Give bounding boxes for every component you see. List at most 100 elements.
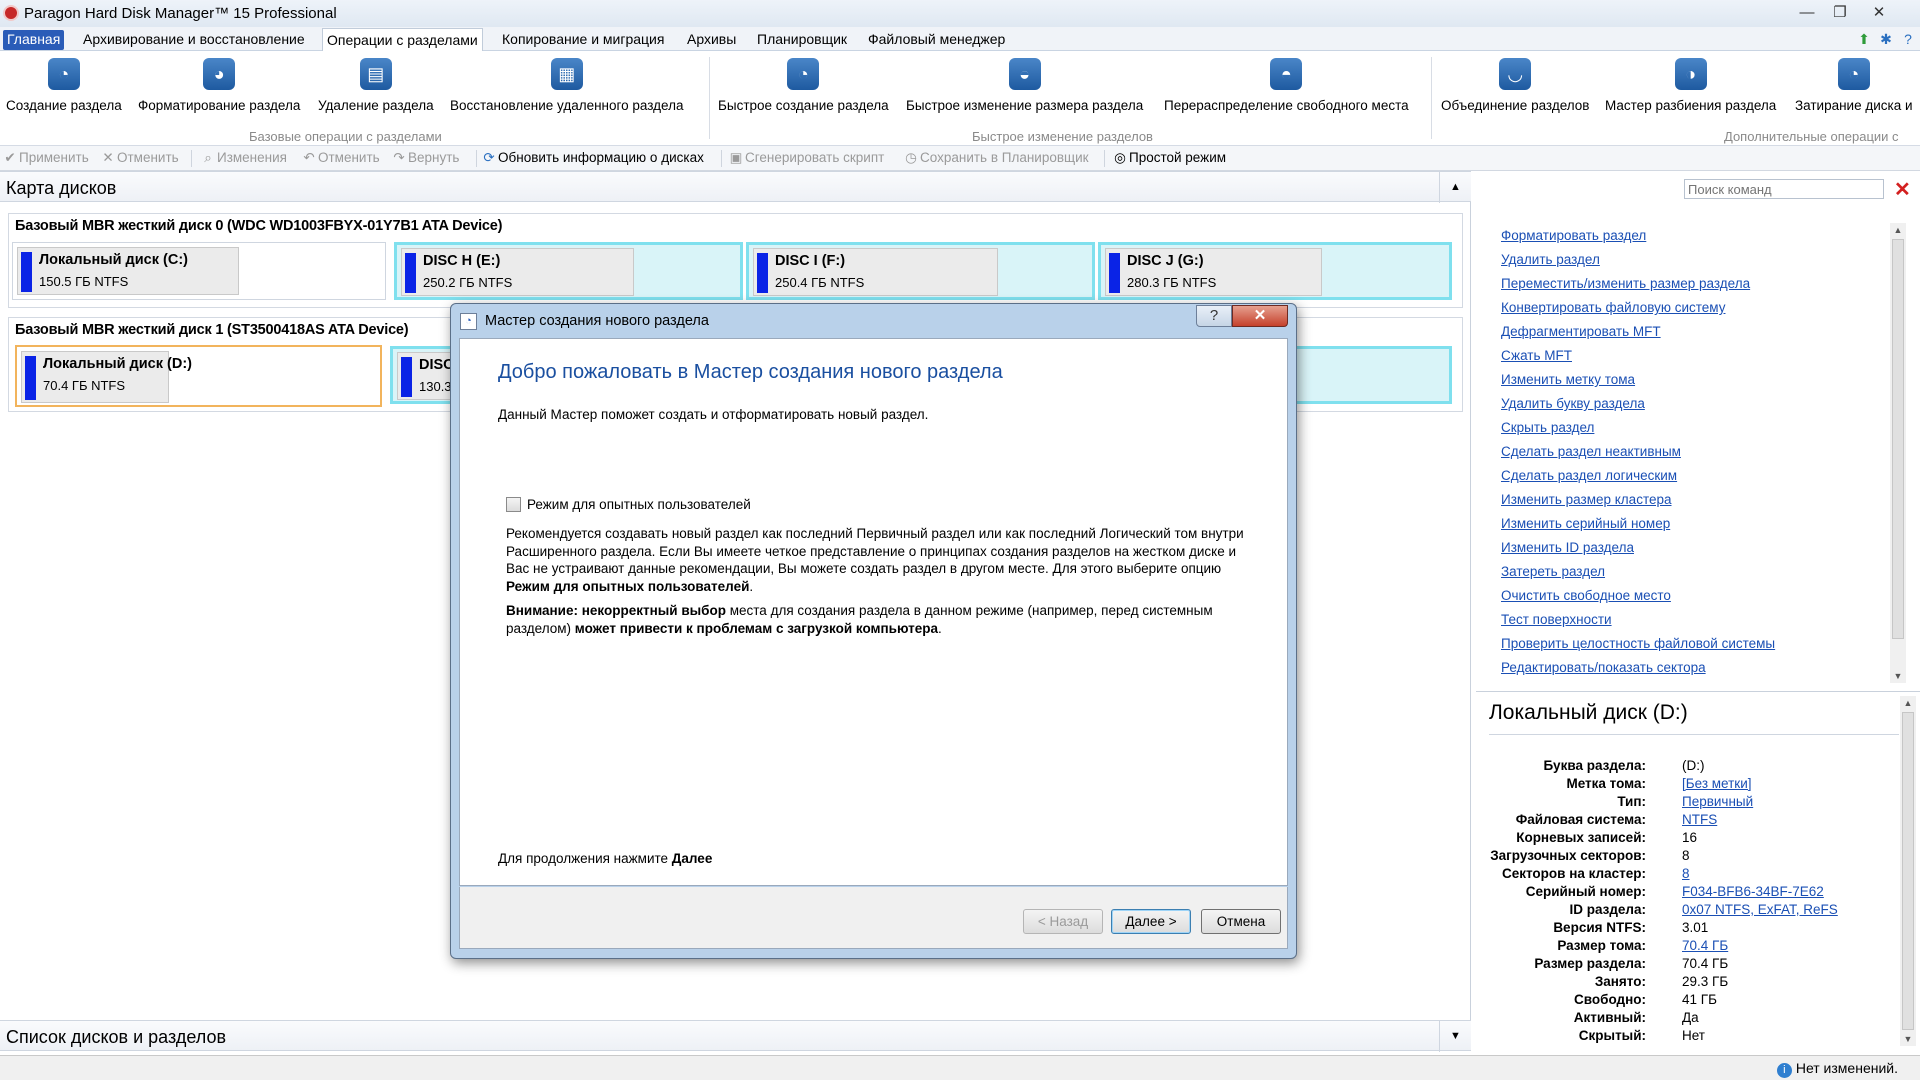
- wizard-heading: Добро пожаловать в Мастер создания новог…: [498, 361, 1003, 383]
- menu-archives[interactable]: Архивы: [683, 30, 740, 50]
- command-link[interactable]: Дефрагментировать MFT: [1501, 324, 1661, 339]
- menu-file-manager[interactable]: Файловый менеджер: [864, 30, 1009, 50]
- command-link[interactable]: Сделать раздел неактивным: [1501, 444, 1681, 459]
- delete-partition-button[interactable]: ▤ Удаление раздела: [318, 55, 434, 113]
- cancel-button[interactable]: Отмена: [1201, 909, 1281, 934]
- status-text: Нет изменений.: [1795, 1060, 1898, 1076]
- command-link[interactable]: Скрыть раздел: [1501, 420, 1594, 435]
- undo-button[interactable]: ↶ Отменить: [302, 150, 379, 166]
- property-value: 41 ГБ: [1682, 992, 1717, 1007]
- quick-create-icon: ◔: [787, 58, 820, 90]
- partition-c[interactable]: Локальный диск (C:) 150.5 ГБ NTFS: [12, 242, 386, 300]
- property-value[interactable]: 8: [1682, 866, 1690, 881]
- scroll-up-icon[interactable]: ▲: [1890, 223, 1906, 237]
- command-link[interactable]: Сжать MFT: [1501, 348, 1572, 363]
- ribbon-group-label: Базовые операции с разделами: [249, 129, 442, 144]
- merge-partitions-button[interactable]: ◡ Объединение разделов: [1441, 55, 1589, 113]
- command-link[interactable]: Проверить целостность файловой системы: [1501, 636, 1775, 651]
- simple-mode-button[interactable]: ◎ Простой режим: [1113, 150, 1226, 166]
- command-link[interactable]: Изменить размер кластера: [1501, 492, 1672, 507]
- advanced-mode-checkbox[interactable]: [506, 497, 521, 512]
- command-link[interactable]: Удалить букву раздела: [1501, 396, 1645, 411]
- dialog-title-bar[interactable]: ◔ Мастер создания нового раздела ? ✕: [451, 304, 1296, 338]
- help-button[interactable]: ?: [1196, 305, 1232, 327]
- save-to-scheduler-button[interactable]: ◷ Сохранить в Планировщик: [904, 150, 1088, 166]
- properties-title: Локальный диск (D:): [1489, 701, 1688, 724]
- quick-create-button[interactable]: ◔ Быстрое создание раздела: [718, 55, 889, 113]
- scroll-up-icon[interactable]: ▲: [1900, 696, 1916, 710]
- command-search-input[interactable]: [1684, 179, 1884, 199]
- redistribute-space-button[interactable]: ◓ Перераспределение свободного места: [1164, 55, 1409, 113]
- create-partition-button[interactable]: ◔ Создание раздела: [6, 55, 122, 113]
- command-link[interactable]: Изменить серийный номер: [1501, 516, 1670, 531]
- partition-name: DISC: [419, 357, 454, 373]
- divider: [1489, 734, 1899, 735]
- status-bar: i Нет изменений.: [0, 1055, 1920, 1080]
- command-link[interactable]: Изменить ID раздела: [1501, 540, 1634, 555]
- maximize-button[interactable]: ❐: [1825, 2, 1855, 24]
- command-link[interactable]: Форматировать раздел: [1501, 228, 1646, 243]
- partition-d[interactable]: Локальный диск (D:) 70.4 ГБ NTFS: [15, 345, 382, 407]
- commands-scrollbar[interactable]: ▲ ▼: [1890, 223, 1906, 683]
- redo-button[interactable]: ↷ Вернуть: [392, 150, 459, 166]
- command-link[interactable]: Очистить свободное место: [1501, 588, 1671, 603]
- minimize-button[interactable]: —: [1792, 2, 1822, 24]
- command-link[interactable]: Редактировать/показать сектора: [1501, 660, 1706, 675]
- back-button[interactable]: < Назад: [1023, 909, 1103, 934]
- command-link[interactable]: Затереть раздел: [1501, 564, 1605, 579]
- expand-down-icon[interactable]: ▼: [1439, 1021, 1471, 1052]
- partition-usage: DISC I (F:) 250.4 ГБ NTFS: [753, 248, 998, 296]
- split-partition-button[interactable]: ◑ Мастер разбиения раздела: [1605, 55, 1776, 113]
- refresh-disks-button[interactable]: ⟳ Обновить информацию о дисках: [482, 150, 703, 166]
- command-link[interactable]: Удалить раздел: [1501, 252, 1600, 267]
- command-link[interactable]: Конвертировать файловую систему: [1501, 300, 1725, 315]
- delete-partition-icon: ▤: [359, 58, 392, 90]
- property-row: Активный: Да: [1476, 1010, 1896, 1028]
- quick-resize-button[interactable]: ◒ Быстрое изменение размера раздела: [906, 55, 1143, 113]
- disk-list-title: Список дисков и разделов: [6, 1027, 227, 1047]
- menu-scheduler[interactable]: Планировщик: [753, 30, 851, 50]
- scroll-thumb[interactable]: [1902, 712, 1914, 1030]
- partition-e[interactable]: DISC H (E:) 250.2 ГБ NTFS: [394, 242, 743, 300]
- tools-icon[interactable]: ✱: [1878, 31, 1894, 47]
- wipe-disk-button[interactable]: ◔ Затирание диска и: [1795, 55, 1913, 113]
- property-value[interactable]: [Без метки]: [1682, 776, 1751, 791]
- menu-partition-operations[interactable]: Операции с разделами: [322, 28, 483, 52]
- partition-f[interactable]: DISC I (F:) 250.4 ГБ NTFS: [746, 242, 1095, 300]
- changes-button[interactable]: ⌕ Изменения: [201, 150, 287, 166]
- command-link[interactable]: Переместить/изменить размер раздела: [1501, 276, 1750, 291]
- cancel-button[interactable]: ✕ Отменить: [101, 150, 178, 166]
- advanced-mode-checkbox-row[interactable]: Режим для опытных пользователей: [506, 497, 751, 512]
- properties-scrollbar[interactable]: ▲ ▼: [1900, 696, 1916, 1046]
- next-button[interactable]: Далее >: [1111, 909, 1191, 934]
- apply-button[interactable]: ✔ Применить: [3, 150, 88, 166]
- property-row: Секторов на кластер: 8: [1476, 866, 1896, 884]
- partition-g[interactable]: DISC J (G:) 280.3 ГБ NTFS: [1098, 242, 1452, 300]
- property-value[interactable]: 0x07 NTFS, ExFAT, ReFS: [1682, 902, 1838, 917]
- scroll-thumb[interactable]: [1892, 239, 1904, 639]
- property-value[interactable]: 70.4 ГБ: [1682, 938, 1728, 953]
- collapse-up-icon[interactable]: ▲: [1439, 172, 1471, 203]
- property-row: Размер раздела: 70.4 ГБ: [1476, 956, 1896, 974]
- close-icon[interactable]: ✕: [1894, 177, 1911, 202]
- property-value[interactable]: F034-BFB6-34BF-7E62: [1682, 884, 1824, 899]
- scroll-down-icon[interactable]: ▼: [1900, 1032, 1916, 1046]
- restore-partition-button[interactable]: ▦ Восстановление удаленного раздела: [450, 55, 683, 113]
- scroll-down-icon[interactable]: ▼: [1890, 669, 1906, 683]
- command-link[interactable]: Изменить метку тома: [1501, 372, 1635, 387]
- close-dialog-button[interactable]: ✕: [1232, 305, 1288, 327]
- close-window-button[interactable]: ✕: [1864, 2, 1894, 24]
- menu-backup-restore[interactable]: Архивирование и восстановление: [79, 30, 309, 50]
- generate-script-button[interactable]: ▣ Сгенерировать скрипт: [729, 150, 885, 166]
- format-partition-button[interactable]: ◕ Форматирование раздела: [138, 55, 300, 113]
- property-value[interactable]: Первичный: [1682, 794, 1753, 809]
- home-arrow-icon[interactable]: ⬆: [1856, 31, 1872, 47]
- command-link[interactable]: Тест поверхности: [1501, 612, 1612, 627]
- menu-home[interactable]: Главная: [3, 30, 65, 50]
- ribbon-group-label: Быстрое изменение разделов: [972, 129, 1153, 144]
- command-link[interactable]: Сделать раздел логическим: [1501, 468, 1677, 483]
- menu-copy-migration[interactable]: Копирование и миграция: [498, 30, 668, 50]
- help-icon[interactable]: ?: [1900, 31, 1916, 47]
- property-value[interactable]: NTFS: [1682, 812, 1717, 827]
- property-label: Размер тома:: [1557, 938, 1646, 953]
